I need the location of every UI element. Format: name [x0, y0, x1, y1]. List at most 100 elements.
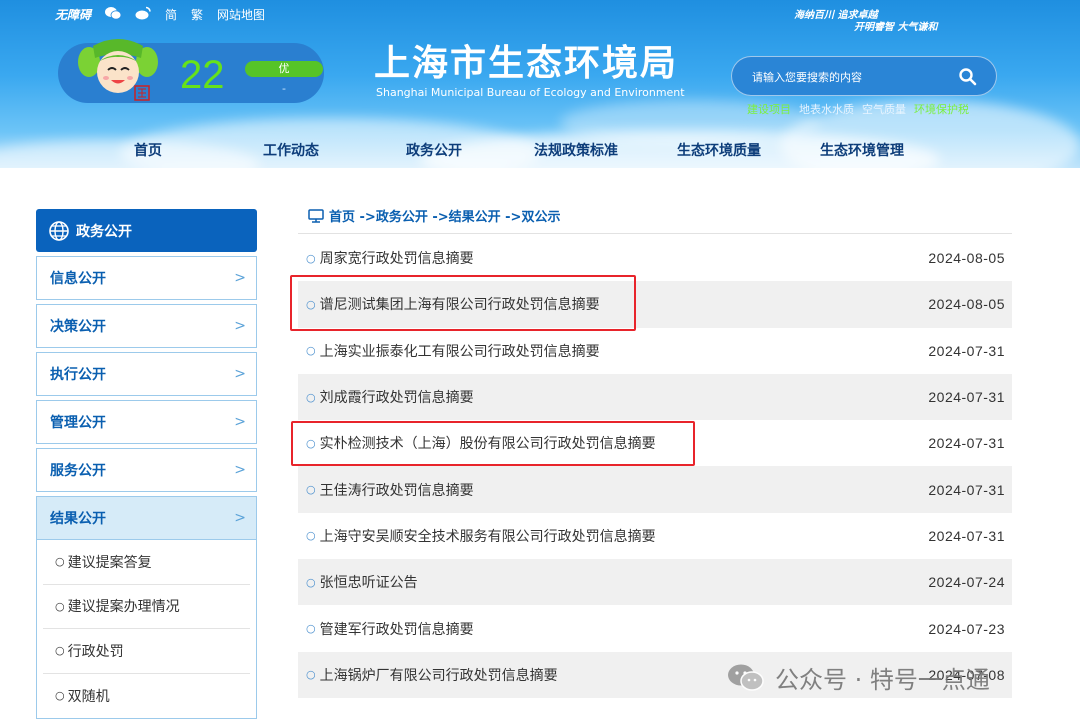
simplified-chinese-link[interactable]: 简: [165, 6, 177, 23]
chevron-right-icon: >: [234, 366, 246, 382]
circle-bullet-icon: ○: [306, 390, 316, 404]
slogan: 海纳百川 追求卓越 开明睿智 大气谦和: [790, 6, 1000, 33]
circle-bullet-icon: ○: [55, 555, 65, 569]
list-item-date: 2024-07-31: [928, 527, 1005, 544]
list-item-title[interactable]: 上海实业振泰化工有限公司行政处罚信息摘要: [320, 341, 600, 361]
sidebar-item-info-disclosure[interactable]: 信息公开 >: [36, 256, 257, 300]
highlight-box: [291, 421, 695, 466]
list-item-date: 2024-07-23: [928, 620, 1005, 637]
list-item-title[interactable]: 上海锅炉厂有限公司行政处罚信息摘要: [320, 665, 558, 685]
list-item-title[interactable]: 周家宽行政处罚信息摘要: [320, 248, 474, 268]
sub-item-double-random[interactable]: ○ 双随机: [43, 674, 250, 719]
monitor-icon: [308, 208, 324, 223]
sub-item-proposal-handling[interactable]: ○ 建议提案办理情况: [43, 585, 250, 629]
sidebar-sub-list: ○ 建议提案答复 ○ 建议提案办理情况 ○ 行政处罚 ○ 双随机: [36, 540, 257, 719]
circle-bullet-icon: ○: [55, 689, 65, 703]
quick-link-construction[interactable]: 建设项目: [747, 101, 791, 117]
mascot-icon: [78, 39, 158, 101]
aqi-value: 22: [180, 53, 225, 97]
list-item[interactable]: ○ 刘成霞行政处罚信息摘要 2024-07-31: [298, 373, 1012, 421]
nav-work-news[interactable]: 工作动态: [263, 140, 319, 160]
quick-link-air-quality[interactable]: 空气质量: [862, 101, 906, 117]
divider: [298, 233, 1012, 234]
nav-regulations[interactable]: 法规政策标准: [534, 140, 618, 160]
slogan-line-2: 开明睿智 大气谦和: [854, 22, 938, 33]
list-item-title[interactable]: 张恒忠听证公告: [320, 572, 418, 592]
nav-env-quality[interactable]: 生态环境质量: [677, 140, 761, 160]
site-subtitle: Shanghai Municipal Bureau of Ecology and…: [376, 86, 685, 99]
list-item-date: 2024-07-31: [928, 342, 1005, 359]
list-item-date: 2024-08-05: [928, 296, 1005, 313]
circle-bullet-icon: ○: [306, 529, 316, 543]
circle-bullet-icon: ○: [306, 668, 316, 682]
sidebar-item-label: 执行公开: [50, 367, 106, 383]
highlight-box: [290, 275, 636, 331]
list-item-date: 2024-07-31: [928, 481, 1005, 498]
chevron-right-icon: >: [234, 318, 246, 334]
sidebar-item-label: 信息公开: [50, 271, 106, 287]
quick-link-env-tax[interactable]: 环境保护税: [914, 101, 969, 117]
site-header: 无障碍 简 繁 网站地图 海纳百川 追求卓越 开明睿智 大气谦和 22 优 - …: [0, 0, 1080, 168]
sidebar-item-result-disclosure[interactable]: 结果公开 >: [36, 496, 257, 540]
sub-item-label: 建议提案办理情况: [67, 599, 180, 616]
list-item[interactable]: ○ 张恒忠听证公告 2024-07-24: [298, 559, 1012, 606]
list-item[interactable]: ○ 上海实业振泰化工有限公司行政处罚信息摘要 2024-07-31: [298, 328, 1012, 374]
weibo-icon[interactable]: [135, 5, 151, 24]
quick-link-water-quality[interactable]: 地表水水质: [799, 101, 854, 117]
sidebar-item-label: 服务公开: [50, 463, 106, 479]
chevron-right-icon: >: [234, 510, 246, 526]
sub-item-label: 双随机: [67, 688, 110, 705]
chevron-right-icon: >: [234, 270, 246, 286]
circle-bullet-icon: ○: [306, 483, 316, 497]
sidebar-item-management-disclosure[interactable]: 管理公开 >: [36, 400, 257, 444]
sitemap-link[interactable]: 网站地图: [217, 6, 265, 23]
list-item-date: 2024-08-05: [928, 250, 1005, 267]
list-item-date: 2024-07-31: [928, 389, 1005, 406]
sub-item-label: 建议提案答复: [67, 554, 152, 571]
sidebar-item-execution-disclosure[interactable]: 执行公开 >: [36, 352, 257, 396]
list-item-title[interactable]: 王佳涛行政处罚信息摘要: [320, 480, 474, 500]
watermark-text: 公众号 · 特号一点通: [775, 666, 990, 694]
nav-gov-affairs[interactable]: 政务公开: [406, 140, 462, 160]
search-icon[interactable]: [958, 67, 978, 87]
search-box: [731, 56, 997, 96]
circle-bullet-icon: ○: [55, 644, 65, 658]
sidebar: 政务公开 信息公开 > 决策公开 > 执行公开 > 管理公开 > 服务公开 > …: [36, 209, 257, 719]
sidebar-item-service-disclosure[interactable]: 服务公开 >: [36, 448, 257, 492]
circle-bullet-icon: ○: [306, 575, 316, 589]
sub-item-admin-penalty[interactable]: ○ 行政处罚: [43, 629, 250, 674]
watermark: 公众号 · 特号一点通: [727, 660, 990, 695]
chevron-right-icon: >: [234, 414, 246, 430]
search-input[interactable]: [752, 67, 952, 87]
list-item[interactable]: ○ 上海守安吴顺安全技术服务有限公司行政处罚信息摘要 2024-07-31: [298, 513, 1012, 559]
wechat-icon: [728, 664, 764, 691]
breadcrumb: 首页 ->政务公开 ->结果公开 ->双公示: [308, 206, 560, 225]
list-item[interactable]: ○ 王佳涛行政处罚信息摘要 2024-07-31: [298, 466, 1012, 513]
circle-bullet-icon: ○: [306, 251, 316, 265]
sub-item-label: 行政处罚: [67, 643, 124, 660]
sidebar-item-label: 结果公开: [50, 511, 106, 527]
sidebar-item-label: 决策公开: [50, 319, 106, 335]
globe-icon: [49, 220, 69, 241]
accessibility-link[interactable]: 无障碍: [55, 6, 91, 23]
sidebar-header-label: 政务公开: [76, 223, 132, 240]
quick-links: 建设项目 地表水水质 空气质量 环境保护税: [747, 101, 969, 117]
list-item-date: 2024-07-31: [928, 435, 1005, 452]
aqi-subtext: -: [282, 82, 286, 95]
list-item-title[interactable]: 刘成霞行政处罚信息摘要: [320, 387, 474, 407]
list-item[interactable]: ○ 管建军行政处罚信息摘要 2024-07-23: [298, 605, 1012, 651]
breadcrumb-text[interactable]: 首页 ->政务公开 ->结果公开 ->双公示: [329, 206, 560, 225]
traditional-chinese-link[interactable]: 繁: [191, 6, 203, 23]
nav-home[interactable]: 首页: [134, 140, 162, 160]
chevron-right-icon: >: [234, 462, 246, 478]
sidebar-item-label: 管理公开: [50, 415, 106, 431]
list-item-title[interactable]: 管建军行政处罚信息摘要: [320, 619, 474, 639]
list-item-title[interactable]: 上海守安吴顺安全技术服务有限公司行政处罚信息摘要: [320, 526, 656, 546]
sub-item-proposal-replies[interactable]: ○ 建议提案答复: [43, 540, 250, 585]
circle-bullet-icon: ○: [306, 344, 316, 358]
top-bar: 无障碍 简 繁 网站地图: [55, 5, 265, 24]
nav-env-management[interactable]: 生态环境管理: [820, 140, 904, 160]
wechat-icon[interactable]: [105, 5, 122, 24]
circle-bullet-icon: ○: [306, 622, 316, 636]
sidebar-item-decision-disclosure[interactable]: 决策公开 >: [36, 304, 257, 348]
